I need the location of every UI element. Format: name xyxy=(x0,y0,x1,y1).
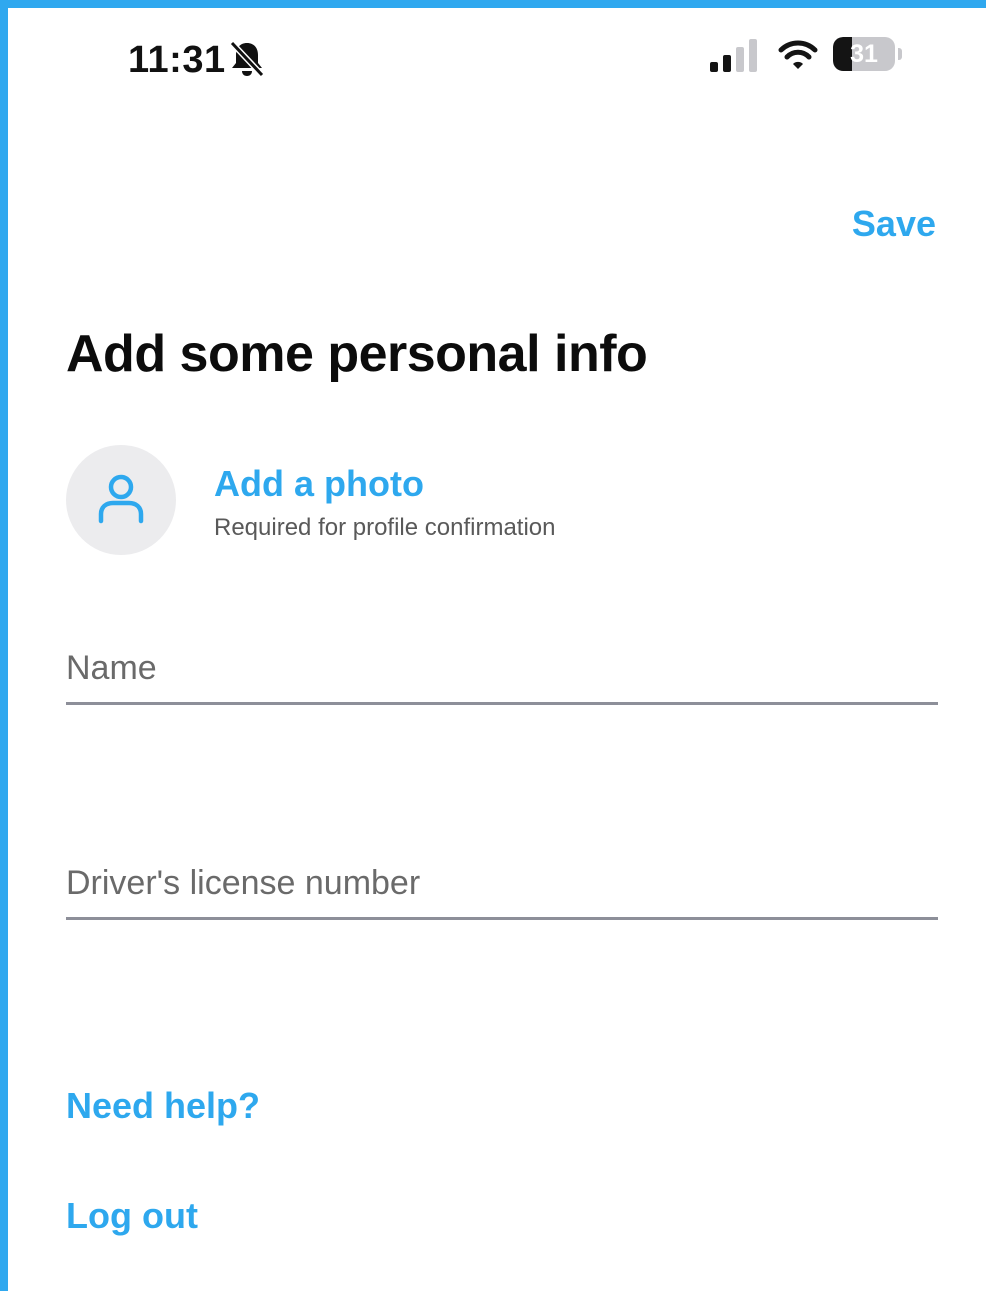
save-button[interactable]: Save xyxy=(852,206,936,242)
battery-level: 31 xyxy=(850,40,878,68)
log-out-link[interactable]: Log out xyxy=(66,1198,198,1234)
page-title: Add some personal info xyxy=(66,325,648,383)
phone-screen: 11:31 31 Save Add some personal info Add xyxy=(8,8,986,1291)
battery-body: 31 xyxy=(833,37,895,71)
battery-icon: 31 xyxy=(833,37,903,73)
battery-tip xyxy=(898,48,902,60)
avatar-photo-button[interactable] xyxy=(66,445,176,555)
wifi-icon xyxy=(778,40,818,69)
name-input[interactable] xyxy=(66,635,938,705)
cellular-signal-icon xyxy=(710,39,757,72)
bell-slash-icon xyxy=(229,40,265,78)
status-time: 11:31 xyxy=(128,39,226,81)
person-icon xyxy=(98,474,144,524)
add-photo-link[interactable]: Add a photo xyxy=(214,466,424,502)
need-help-link[interactable]: Need help? xyxy=(66,1088,260,1124)
photo-requirement-text: Required for profile confirmation xyxy=(214,514,556,541)
drivers-license-input[interactable] xyxy=(66,850,938,920)
